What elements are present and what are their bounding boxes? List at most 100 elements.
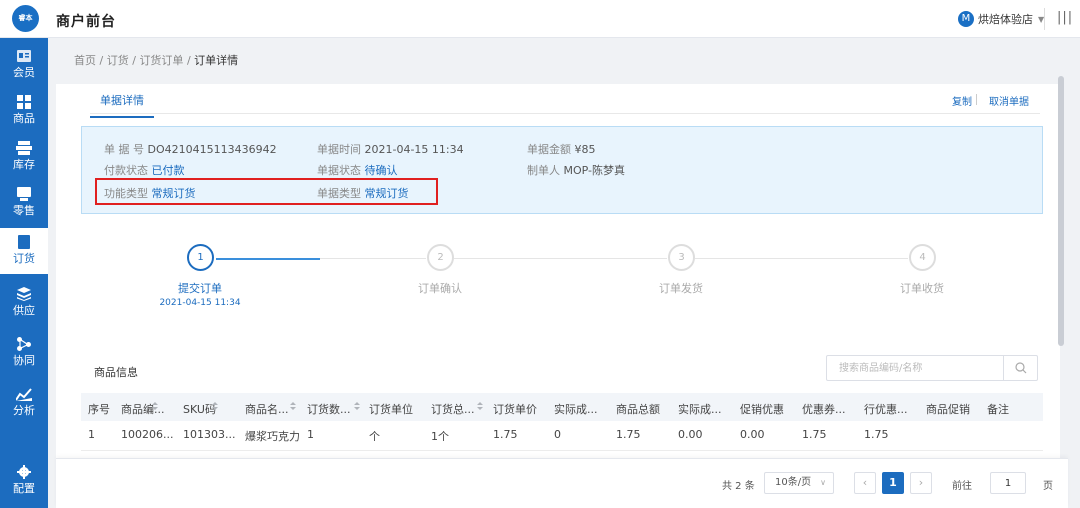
page-1-button[interactable]: 1 bbox=[882, 472, 904, 494]
col-order-qty[interactable]: 订货数... bbox=[307, 401, 351, 417]
sidebar-item-label: 商品 bbox=[13, 112, 35, 125]
step-line-1 bbox=[216, 258, 320, 260]
sidebar-item-label: 协同 bbox=[13, 354, 35, 367]
sort-icon[interactable] bbox=[211, 401, 219, 411]
step-2-circle: 2 bbox=[427, 244, 454, 271]
member-icon bbox=[17, 50, 31, 62]
product-search-input[interactable] bbox=[827, 356, 1003, 380]
step-1-label: 提交订单 bbox=[178, 282, 222, 295]
table-header: 序号 商品编... SKU码 商品名... 订货数... 订货单位 订货总...… bbox=[81, 393, 1043, 421]
cancel-document-button[interactable]: 取消单据 bbox=[989, 93, 1029, 108]
col-unit-price: 订货单价 bbox=[493, 403, 537, 416]
doc-time-value: 2021-04-15 11:34 bbox=[364, 143, 464, 156]
sidebar-item-label: 分析 bbox=[13, 404, 35, 417]
pay-status-value: 已付款 bbox=[151, 164, 185, 177]
menu-icon[interactable]: ||| bbox=[1057, 10, 1073, 25]
col-order-unit: 订货单位 bbox=[369, 403, 413, 416]
creator-value: MOP-陈梦真 bbox=[563, 164, 626, 177]
pay-status-field: 付款状态 已付款 bbox=[104, 162, 185, 178]
page-size-select[interactable]: 10条/页 ∨ bbox=[764, 472, 834, 494]
sort-icon[interactable] bbox=[289, 401, 297, 411]
chevron-down-icon: ∨ bbox=[820, 478, 826, 487]
store-selector[interactable]: M 烘焙体验店 ▼ bbox=[958, 10, 1044, 28]
doc-status-value: 待确认 bbox=[364, 164, 398, 177]
scrollbar[interactable] bbox=[1058, 76, 1064, 346]
sidebar-item-inventory[interactable]: 库存 bbox=[0, 134, 48, 180]
sort-icon[interactable] bbox=[353, 401, 361, 411]
doc-time-label: 单据时间 bbox=[317, 143, 361, 156]
supply-icon bbox=[17, 287, 31, 301]
sort-icon[interactable] bbox=[151, 401, 159, 411]
next-page-button[interactable]: › bbox=[910, 472, 932, 494]
prev-page-button[interactable]: ‹ bbox=[854, 472, 876, 494]
breadcrumb-order[interactable]: 订货 bbox=[107, 54, 129, 67]
divider bbox=[1044, 8, 1045, 30]
logo[interactable]: 睿本 bbox=[12, 5, 39, 32]
store-avatar: M bbox=[958, 11, 974, 27]
col-goods-amount: 商品总额 bbox=[616, 403, 660, 416]
sidebar-item-label: 供应 bbox=[13, 304, 35, 317]
col-promo-discount: 促销优惠 bbox=[740, 403, 784, 416]
sidebar-item-config[interactable]: 配置 bbox=[0, 458, 48, 504]
col-goods-promo: 商品促销 bbox=[926, 403, 970, 416]
tab-divider bbox=[90, 113, 1040, 114]
breadcrumb-order-list[interactable]: 订货订单 bbox=[139, 54, 183, 67]
step-3-circle: 3 bbox=[668, 244, 695, 271]
order-icon bbox=[18, 235, 30, 249]
search-icon bbox=[1015, 362, 1027, 374]
creator-label: 制单人 bbox=[527, 164, 560, 177]
amount-field: 单据金额 ¥85 bbox=[527, 141, 596, 157]
product-search bbox=[826, 355, 1038, 381]
breadcrumb-separator: / bbox=[132, 54, 136, 67]
sidebar-item-label: 配置 bbox=[13, 482, 35, 495]
sidebar-item-member[interactable]: 会员 bbox=[0, 42, 48, 88]
sidebar-item-label: 库存 bbox=[13, 158, 35, 171]
col-line-discount: 行优惠... bbox=[864, 403, 908, 416]
sidebar-item-label: 订货 bbox=[13, 252, 35, 265]
col-order-total[interactable]: 订货总... bbox=[431, 401, 475, 417]
sidebar-item-collaborate[interactable]: 协同 bbox=[0, 330, 48, 376]
document-info-box: 单 据 号 DO4210415113436942 单据时间 2021-04-15… bbox=[81, 126, 1043, 214]
inventory-icon bbox=[16, 141, 32, 155]
cell-goods-name: 爆浆巧克力 bbox=[245, 430, 300, 443]
sidebar-item-goods[interactable]: 商品 bbox=[0, 88, 48, 134]
doc-no-value: DO4210415113436942 bbox=[147, 143, 277, 156]
doc-status-field: 单据状态 待确认 bbox=[317, 162, 398, 178]
breadcrumb: 首页 / 订货 / 订货订单 / 订单详情 bbox=[74, 52, 238, 68]
step-line-2 bbox=[454, 258, 667, 259]
sidebar: 会员 商品 库存 零售 订货 供应 协同 分析 配置 bbox=[0, 38, 48, 508]
tab-document-detail[interactable]: 单据详情 bbox=[90, 92, 154, 118]
breadcrumb-separator: / bbox=[186, 54, 191, 67]
copy-button[interactable]: 复制 bbox=[952, 93, 972, 108]
search-button[interactable] bbox=[1003, 356, 1037, 380]
action-divider bbox=[976, 94, 977, 105]
doc-time-field: 单据时间 2021-04-15 11:34 bbox=[317, 141, 464, 157]
top-bar: 睿本 商户前台 M 烘焙体验店 ▼ ||| bbox=[0, 0, 1080, 38]
breadcrumb-home[interactable]: 首页 bbox=[74, 54, 96, 67]
cell-order-qty: 1 bbox=[307, 428, 314, 441]
grid-icon bbox=[17, 95, 31, 109]
sidebar-item-order[interactable]: 订货 bbox=[0, 228, 48, 274]
col-actual-cost-2: 实际成... bbox=[678, 403, 722, 416]
main-content: 首页 / 订货 / 订货订单 / 订单详情 单据详情 复制 取消单据 单 据 号… bbox=[56, 38, 1068, 508]
cell-coupon: 1.75 bbox=[802, 428, 827, 441]
col-actual-cost: 实际成... bbox=[554, 403, 598, 416]
product-info-title: 商品信息 bbox=[94, 366, 138, 379]
gear-icon bbox=[17, 465, 31, 479]
step-2-label: 订单确认 bbox=[418, 282, 462, 295]
sidebar-item-analysis[interactable]: 分析 bbox=[0, 380, 48, 426]
amount-value: ¥85 bbox=[574, 143, 596, 156]
doc-no-label: 单 据 号 bbox=[104, 143, 144, 156]
sidebar-item-supply[interactable]: 供应 bbox=[0, 280, 48, 326]
col-goods-name[interactable]: 商品名... bbox=[245, 401, 289, 417]
col-coupon: 优惠券... bbox=[802, 403, 846, 416]
sidebar-item-retail[interactable]: 零售 bbox=[0, 180, 48, 226]
sort-icon[interactable] bbox=[476, 401, 484, 411]
page-size-value: 10条/页 bbox=[775, 477, 812, 488]
goto-page-input[interactable] bbox=[990, 472, 1026, 494]
col-remark: 备注 bbox=[987, 403, 1009, 416]
detail-panel: 单据详情 复制 取消单据 单 据 号 DO4210415113436942 单据… bbox=[56, 84, 1060, 508]
step-line-1b bbox=[320, 258, 426, 259]
cell-index: 1 bbox=[88, 428, 95, 441]
step-3-label: 订单发货 bbox=[659, 282, 703, 295]
